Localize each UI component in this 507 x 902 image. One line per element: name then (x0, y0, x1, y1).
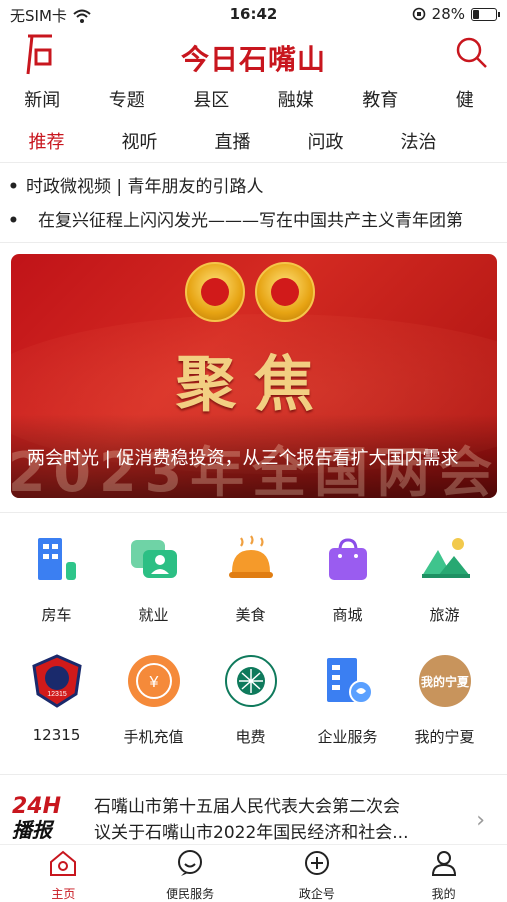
service-phone-recharge[interactable]: ¥ 手机充值 (105, 654, 202, 747)
news-line-1: 石嘴山市第十五届人民代表大会第二次会 (94, 794, 454, 820)
person-icon (429, 849, 459, 877)
channel-tab-media[interactable]: 融媒 (254, 84, 339, 118)
building-car-icon (30, 532, 84, 586)
news-line-2: 议关于石嘴山市2022年国民经济和社会... (94, 820, 454, 846)
divider (0, 774, 507, 775)
tab-mine[interactable]: 我的 (380, 845, 507, 900)
tab-label: 主页 (0, 885, 127, 902)
service-label: 就业 (105, 604, 202, 625)
service-housing-car[interactable]: 房车 (8, 532, 105, 625)
service-12315[interactable]: 12315 12315 (8, 654, 105, 747)
plus-circle-icon (302, 849, 332, 877)
service-label: 美食 (202, 604, 299, 625)
food-dome-icon (224, 532, 278, 586)
service-my-ningxia[interactable]: 我的宁夏 我的宁夏 (396, 654, 493, 747)
headline-text: 在复兴征程上闪闪发光———写在中国共产主义青年团第 (26, 204, 463, 238)
tab-services[interactable]: 便民服务 (127, 845, 254, 900)
my-ningxia-icon: 我的宁夏 (418, 654, 472, 708)
consumer-badge-icon: 12315 (30, 654, 84, 708)
service-label: 房车 (8, 604, 105, 625)
home-icon (48, 849, 78, 877)
service-label: 商城 (299, 604, 396, 625)
headline-item[interactable]: • 时政微视频 | 青年朋友的引路人 (8, 170, 503, 204)
service-grid-row-1: 房车 就业 美食 商城 旅游 (8, 532, 507, 625)
channel-nav-row-1: 新闻 专题 县区 融媒 教育 健 (0, 84, 507, 118)
channel-nav-row-2: 推荐 视听 直播 问政 法治 (0, 126, 507, 160)
channel-tab-live[interactable]: 直播 (186, 126, 279, 160)
service-jobs[interactable]: 就业 (105, 532, 202, 625)
banner-caption: 两会时光 | 促消费稳投资，从三个报告看扩大国内需求 (27, 444, 487, 470)
tab-label: 政企号 (254, 885, 381, 902)
channel-tab-topics[interactable]: 专题 (85, 84, 170, 118)
state-grid-icon (224, 654, 278, 708)
bullet-icon: • (8, 170, 26, 204)
national-emblem-icon (185, 262, 245, 322)
battery-fill (473, 10, 479, 19)
tab-label: 便民服务 (127, 885, 254, 902)
job-chat-icon (127, 532, 181, 586)
divider (0, 512, 507, 513)
headline-text: 时政微视频 | 青年朋友的引路人 (26, 170, 264, 204)
orientation-lock-icon (412, 7, 426, 21)
service-label: 12315 (8, 726, 105, 744)
news-24h-badge: 24H 播报 (12, 796, 74, 842)
bottom-tab-bar: 主页 便民服务 政企号 我的 (0, 844, 507, 900)
channel-tab-education[interactable]: 教育 (338, 84, 423, 118)
app-title: 今日石嘴山 (0, 38, 507, 78)
channel-tab-recommend[interactable]: 推荐 (0, 126, 93, 160)
chevron-right-icon: › (476, 808, 485, 833)
cppcc-emblem-icon (255, 262, 315, 322)
headline-list: • 时政微视频 | 青年朋友的引路人 • 在复兴征程上闪闪发光———写在中国共产… (8, 170, 503, 238)
tab-label: 我的 (380, 885, 507, 902)
service-grid-row-2: 12315 12315 ¥ 手机充值 电费 企业服务 我的宁夏 (8, 654, 507, 747)
channel-tab-inquiry[interactable]: 问政 (279, 126, 372, 160)
headline-item[interactable]: • 在复兴征程上闪闪发光———写在中国共产主义青年团第 (8, 204, 503, 238)
phone-recharge-icon: ¥ (127, 654, 181, 708)
service-label: 我的宁夏 (396, 726, 493, 747)
service-electricity[interactable]: 电费 (202, 654, 299, 747)
channel-tab-video[interactable]: 视听 (93, 126, 186, 160)
status-right: 28% (412, 5, 497, 23)
battery-icon (471, 8, 497, 21)
travel-landscape-icon (418, 532, 472, 586)
badge-bottom: 播报 (12, 818, 74, 842)
divider (0, 162, 507, 163)
service-enterprise[interactable]: 企业服务 (299, 654, 396, 747)
badge-top: 24H (12, 796, 74, 818)
service-label: 手机充值 (105, 726, 202, 747)
service-label: 电费 (202, 726, 299, 747)
channel-tab-law[interactable]: 法治 (372, 126, 465, 160)
channel-tab-counties[interactable]: 县区 (169, 84, 254, 118)
featured-banner[interactable]: 聚焦 2023年全国两会 两会时光 | 促消费稳投资，从三个报告看扩大国内需求 (11, 254, 497, 498)
service-food[interactable]: 美食 (202, 532, 299, 625)
shopping-bag-icon (321, 532, 375, 586)
search-icon[interactable] (455, 36, 489, 70)
channel-tab-news[interactable]: 新闻 (0, 84, 85, 118)
channel-tab-health[interactable]: 健 (423, 84, 507, 118)
battery-percent: 28% (432, 5, 465, 23)
service-mall[interactable]: 商城 (299, 532, 396, 625)
service-label: 旅游 (396, 604, 493, 625)
svg-text:¥: ¥ (148, 674, 158, 691)
enterprise-service-icon (321, 654, 375, 708)
news-24h-ticker[interactable]: 24H 播报 石嘴山市第十五届人民代表大会第二次会 议关于石嘴山市2022年国民… (0, 786, 507, 844)
status-bar: 无SIM卡 16:42 28% (0, 0, 507, 30)
badge-text: 我的宁夏 (420, 674, 469, 689)
app-header: 今日石嘴山 (0, 30, 507, 80)
divider (0, 242, 507, 243)
tab-gov-enterprise[interactable]: 政企号 (254, 845, 381, 900)
news-24h-text: 石嘴山市第十五届人民代表大会第二次会 议关于石嘴山市2022年国民经济和社会..… (94, 794, 454, 846)
smile-service-icon (175, 849, 205, 877)
service-label: 企业服务 (299, 726, 396, 747)
service-travel[interactable]: 旅游 (396, 532, 493, 625)
banner-focus-text: 聚焦 (11, 336, 497, 423)
tab-home[interactable]: 主页 (0, 845, 127, 900)
bullet-icon: • (8, 204, 26, 238)
badge-text: 12315 (47, 691, 67, 698)
